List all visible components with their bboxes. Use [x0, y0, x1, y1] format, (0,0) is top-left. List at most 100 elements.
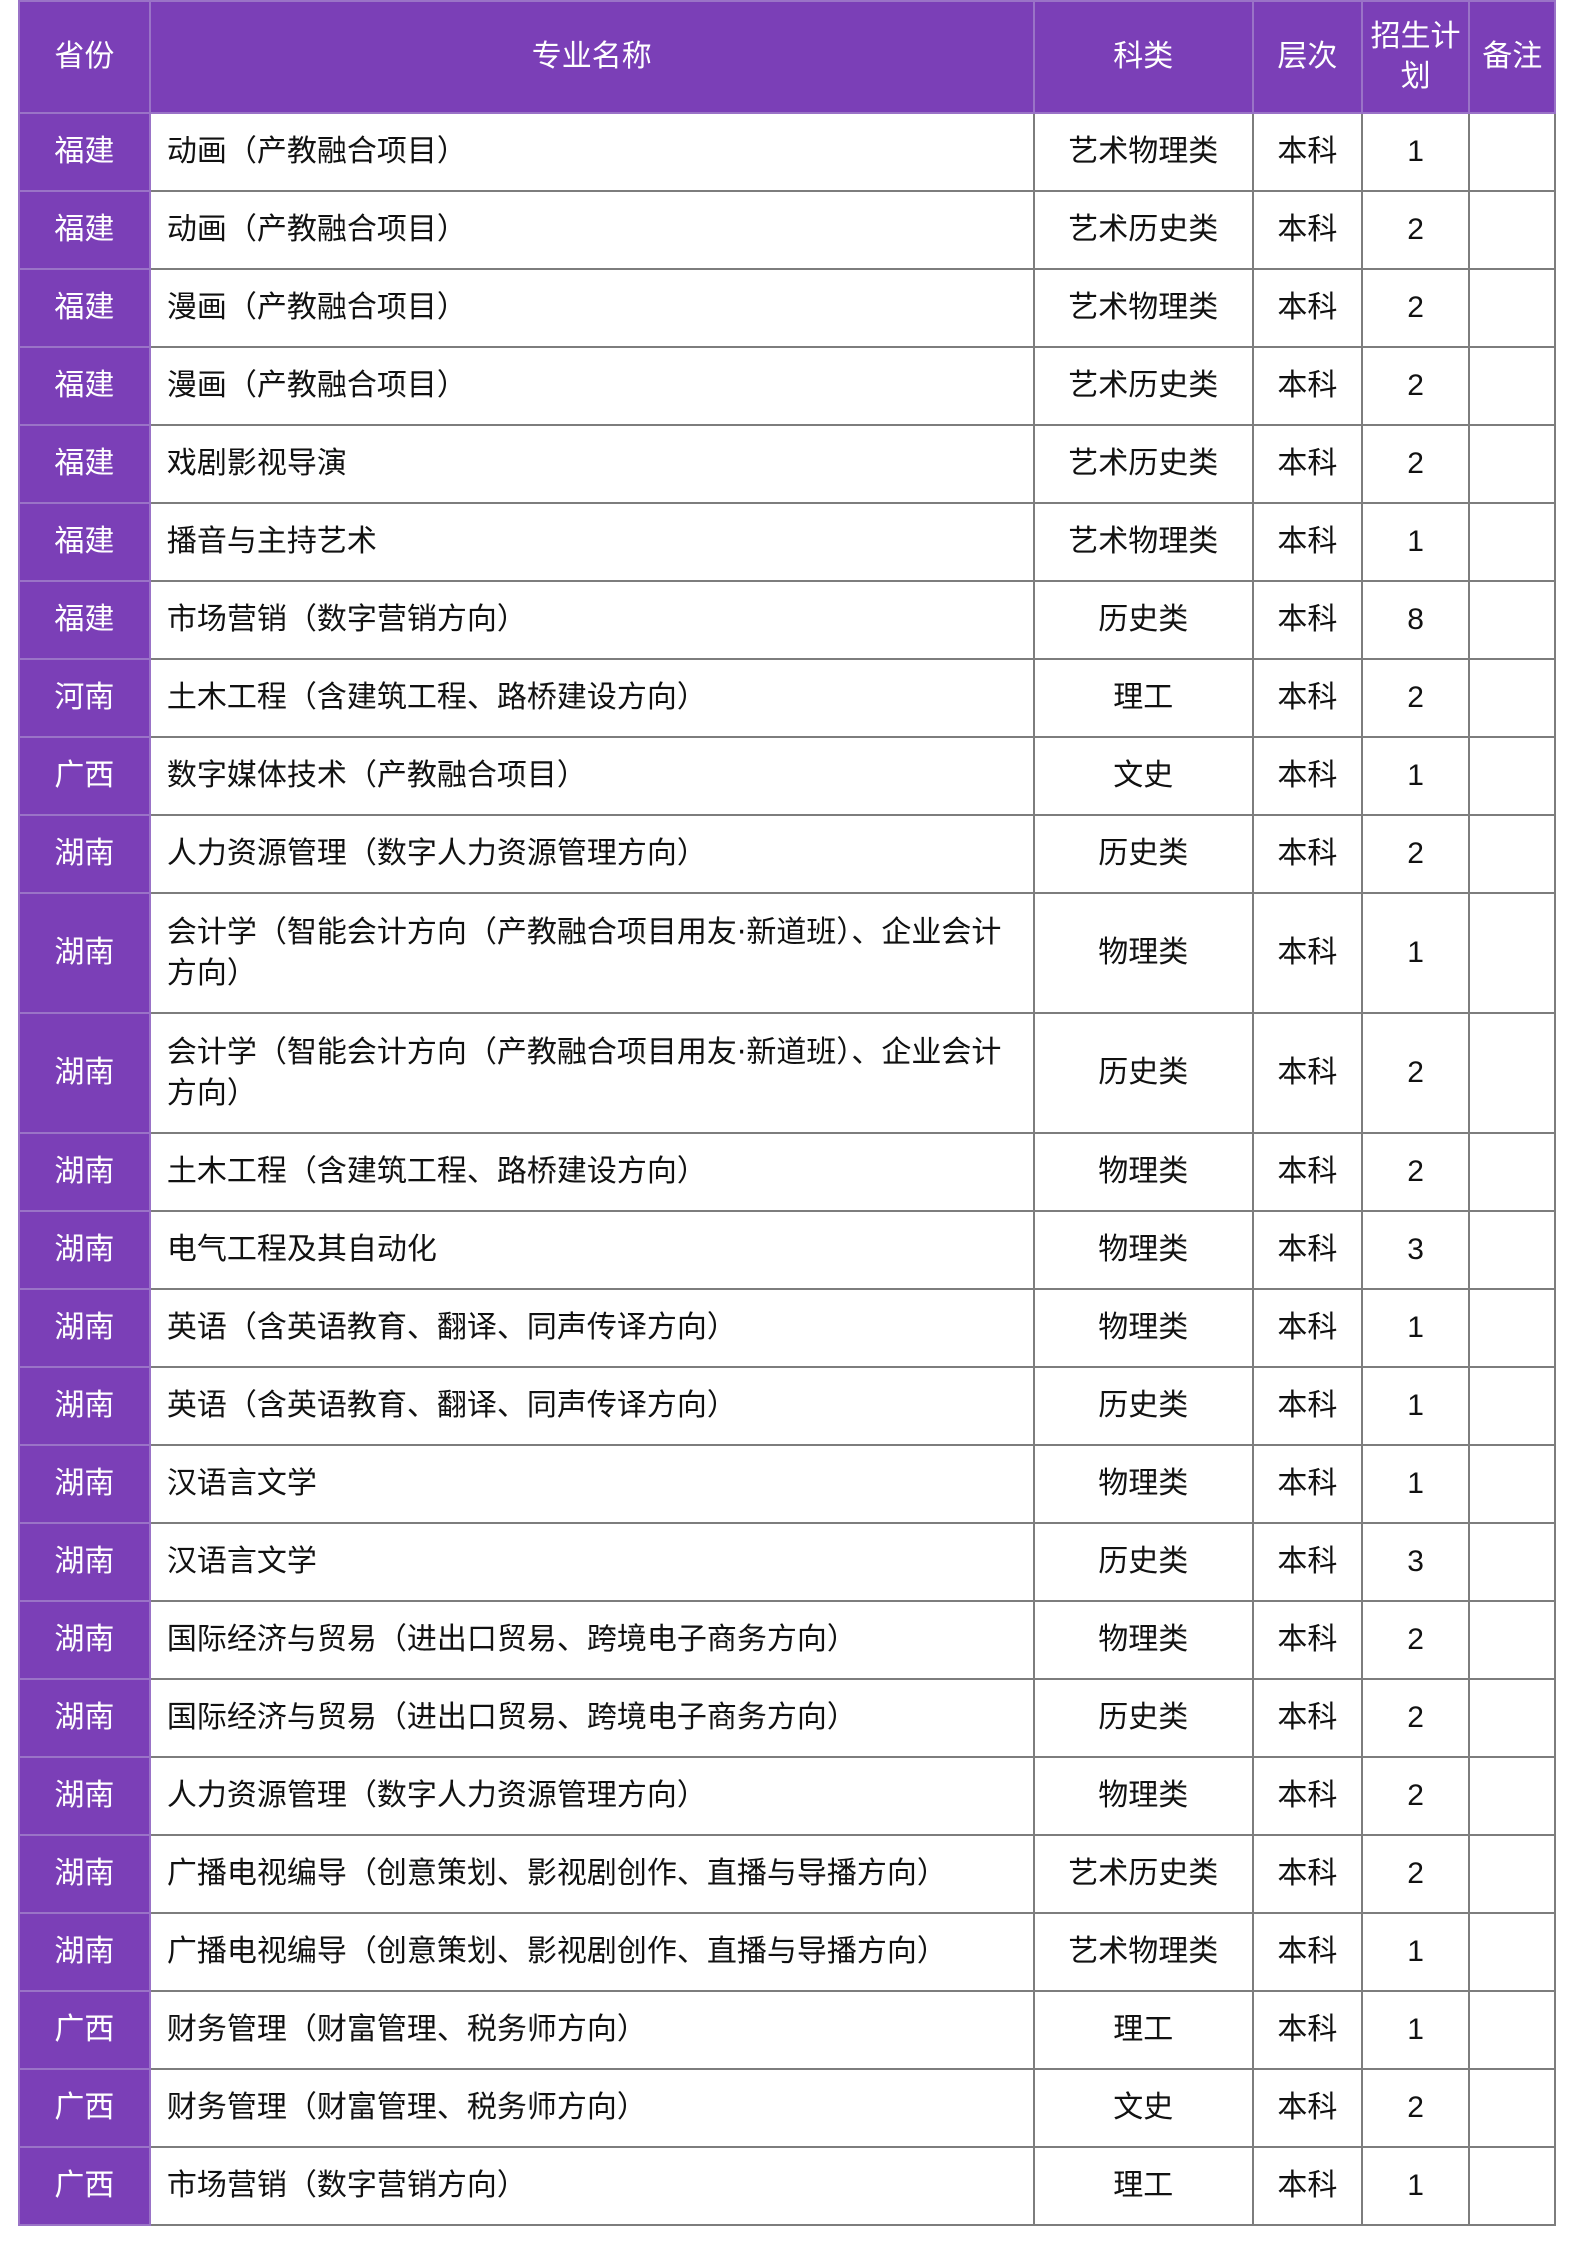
category-cell: 物理类 [1032, 1444, 1255, 1524]
table-body: 福建 动画（产教融合项目） 艺术物理类 本科 1 福建 动画（产教融合项目） 艺术历史类 本科 2… [18, 112, 1556, 2226]
table-row: 广西 数字媒体技术（产教融合项目） 文史 本科 1 [18, 736, 1556, 816]
plan-count-cell: 1 [1360, 1366, 1471, 1446]
major-name-cell: 会计学（智能会计方向（产教融合项目用友·新道班）、企业会计方向） [148, 1012, 1035, 1134]
province-cell: 湖南 [18, 1912, 151, 1992]
category-cell: 文史 [1032, 2068, 1255, 2148]
major-name-cell: 土木工程（含建筑工程、路桥建设方向） [148, 1132, 1035, 1212]
table-row: 湖南 人力资源管理（数字人力资源管理方向） 物理类 本科 2 [18, 1756, 1556, 1836]
major-name-cell: 英语（含英语教育、翻译、同声传译方向） [148, 1366, 1035, 1446]
category-cell: 艺术历史类 [1032, 1834, 1255, 1914]
category-cell: 艺术物理类 [1032, 268, 1255, 348]
remark-cell [1468, 1522, 1556, 1602]
level-cell: 本科 [1252, 1600, 1363, 1680]
level-cell: 本科 [1252, 2146, 1363, 2226]
table-row: 湖南 人力资源管理（数字人力资源管理方向） 历史类 本科 2 [18, 814, 1556, 894]
header-major: 专业名称 [148, 0, 1035, 114]
table-row: 福建 播音与主持艺术 艺术物理类 本科 1 [18, 502, 1556, 582]
province-cell: 湖南 [18, 1012, 151, 1134]
plan-count-cell: 3 [1360, 1522, 1471, 1602]
table-row: 湖南 英语（含英语教育、翻译、同声传译方向） 历史类 本科 1 [18, 1366, 1556, 1446]
remark-cell [1468, 736, 1556, 816]
remark-cell [1468, 1366, 1556, 1446]
province-cell: 广西 [18, 1990, 151, 2070]
major-name-cell: 国际经济与贸易（进出口贸易、跨境电子商务方向） [148, 1600, 1035, 1680]
level-cell: 本科 [1252, 892, 1363, 1014]
remark-cell [1468, 346, 1556, 426]
remark-cell [1468, 1444, 1556, 1524]
table-row: 福建 漫画（产教融合项目） 艺术历史类 本科 2 [18, 346, 1556, 426]
table-row: 福建 市场营销（数字营销方向） 历史类 本科 8 [18, 580, 1556, 660]
level-cell: 本科 [1252, 1132, 1363, 1212]
level-cell: 本科 [1252, 1210, 1363, 1290]
level-cell: 本科 [1252, 1756, 1363, 1836]
level-cell: 本科 [1252, 2068, 1363, 2148]
level-cell: 本科 [1252, 1990, 1363, 2070]
table-row: 湖南 会计学（智能会计方向（产教融合项目用友·新道班）、企业会计方向） 历史类 本科 2 [18, 1012, 1556, 1134]
remark-cell [1468, 190, 1556, 270]
province-cell: 广西 [18, 2146, 151, 2226]
major-name-cell: 漫画（产教融合项目） [148, 268, 1035, 348]
major-name-cell: 广播电视编导（创意策划、影视剧创作、直播与导播方向） [148, 1834, 1035, 1914]
category-cell: 物理类 [1032, 1210, 1255, 1290]
province-cell: 湖南 [18, 1210, 151, 1290]
level-cell: 本科 [1252, 112, 1363, 192]
major-name-cell: 财务管理（财富管理、税务师方向） [148, 1990, 1035, 2070]
province-cell: 广西 [18, 736, 151, 816]
plan-count-cell: 1 [1360, 1990, 1471, 2070]
plan-count-cell: 2 [1360, 190, 1471, 270]
category-cell: 理工 [1032, 1990, 1255, 2070]
remark-cell [1468, 814, 1556, 894]
table-row: 河南 土木工程（含建筑工程、路桥建设方向） 理工 本科 2 [18, 658, 1556, 738]
category-cell: 历史类 [1032, 1012, 1255, 1134]
province-cell: 福建 [18, 424, 151, 504]
plan-count-cell: 2 [1360, 658, 1471, 738]
province-cell: 福建 [18, 346, 151, 426]
remark-cell [1468, 1834, 1556, 1914]
category-cell: 历史类 [1032, 1366, 1255, 1446]
plan-count-cell: 1 [1360, 1444, 1471, 1524]
province-cell: 湖南 [18, 1522, 151, 1602]
level-cell: 本科 [1252, 1288, 1363, 1368]
plan-count-cell: 2 [1360, 346, 1471, 426]
remark-cell [1468, 1288, 1556, 1368]
major-name-cell: 会计学（智能会计方向（产教融合项目用友·新道班）、企业会计方向） [148, 892, 1035, 1014]
plan-count-cell: 2 [1360, 268, 1471, 348]
plan-count-cell: 2 [1360, 1834, 1471, 1914]
level-cell: 本科 [1252, 502, 1363, 582]
major-name-cell: 动画（产教融合项目） [148, 190, 1035, 270]
plan-count-cell: 1 [1360, 502, 1471, 582]
remark-cell [1468, 268, 1556, 348]
remark-cell [1468, 424, 1556, 504]
level-cell: 本科 [1252, 346, 1363, 426]
level-cell: 本科 [1252, 814, 1363, 894]
plan-count-cell: 1 [1360, 2146, 1471, 2226]
plan-count-cell: 2 [1360, 1132, 1471, 1212]
table-row: 广西 市场营销（数字营销方向） 理工 本科 1 [18, 2146, 1556, 2226]
major-name-cell: 播音与主持艺术 [148, 502, 1035, 582]
plan-count-cell: 2 [1360, 424, 1471, 504]
table-row: 湖南 英语（含英语教育、翻译、同声传译方向） 物理类 本科 1 [18, 1288, 1556, 1368]
plan-count-cell: 2 [1360, 1678, 1471, 1758]
province-cell: 福建 [18, 502, 151, 582]
plan-count-cell: 2 [1360, 1600, 1471, 1680]
table-row: 广西 财务管理（财富管理、税务师方向） 理工 本科 1 [18, 1990, 1556, 2070]
remark-cell [1468, 658, 1556, 738]
table-row: 福建 漫画（产教融合项目） 艺术物理类 本科 2 [18, 268, 1556, 348]
header-plan: 招生计划 [1360, 0, 1471, 114]
province-cell: 湖南 [18, 1756, 151, 1836]
level-cell: 本科 [1252, 1834, 1363, 1914]
plan-count-cell: 1 [1360, 1288, 1471, 1368]
major-name-cell: 国际经济与贸易（进出口贸易、跨境电子商务方向） [148, 1678, 1035, 1758]
major-name-cell: 市场营销（数字营销方向） [148, 580, 1035, 660]
header-province: 省份 [18, 0, 151, 114]
major-name-cell: 广播电视编导（创意策划、影视剧创作、直播与导播方向） [148, 1912, 1035, 1992]
major-name-cell: 财务管理（财富管理、税务师方向） [148, 2068, 1035, 2148]
remark-cell [1468, 502, 1556, 582]
major-name-cell: 戏剧影视导演 [148, 424, 1035, 504]
level-cell: 本科 [1252, 1522, 1363, 1602]
major-name-cell: 动画（产教融合项目） [148, 112, 1035, 192]
table-row: 湖南 广播电视编导（创意策划、影视剧创作、直播与导播方向） 艺术历史类 本科 2 [18, 1834, 1556, 1914]
province-cell: 湖南 [18, 1678, 151, 1758]
plan-count-cell: 1 [1360, 736, 1471, 816]
plan-count-cell: 1 [1360, 112, 1471, 192]
